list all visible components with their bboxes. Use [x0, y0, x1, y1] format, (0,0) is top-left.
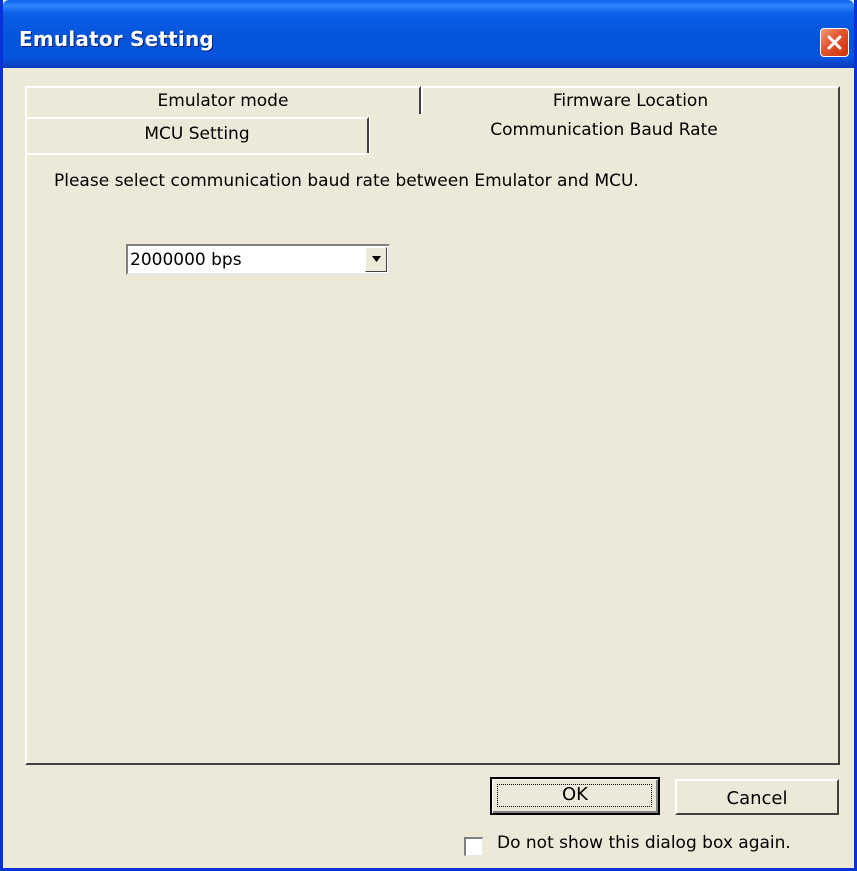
- instruction-text: Please select communication baud rate be…: [54, 171, 639, 191]
- do-not-show-checkbox[interactable]: [464, 837, 483, 856]
- dialog-window: Emulator Setting Emulator mode Firmware …: [0, 0, 857, 871]
- close-button[interactable]: [820, 28, 849, 57]
- baud-rate-select[interactable]: 2000000 bps: [126, 244, 390, 275]
- focus-rectangle: [497, 784, 652, 807]
- do-not-show-label[interactable]: Do not show this dialog box again.: [497, 833, 791, 853]
- tab-emulator-mode[interactable]: Emulator mode: [25, 86, 421, 118]
- window-title: Emulator Setting: [19, 27, 214, 51]
- dropdown-button[interactable]: [365, 247, 387, 272]
- cancel-button[interactable]: Cancel: [675, 779, 839, 815]
- baud-rate-value: 2000000 bps: [130, 250, 242, 270]
- dropdown-arrow-icon: [372, 256, 381, 262]
- title-bar[interactable]: Emulator Setting: [3, 0, 854, 68]
- close-x-icon: [827, 35, 842, 50]
- tab-mcu-setting[interactable]: MCU Setting: [25, 117, 369, 153]
- tab-panel: Please select communication baud rate be…: [25, 153, 840, 765]
- tab-communication-baud-rate[interactable]: Communication Baud Rate: [369, 114, 840, 155]
- ok-button[interactable]: OK: [490, 777, 660, 815]
